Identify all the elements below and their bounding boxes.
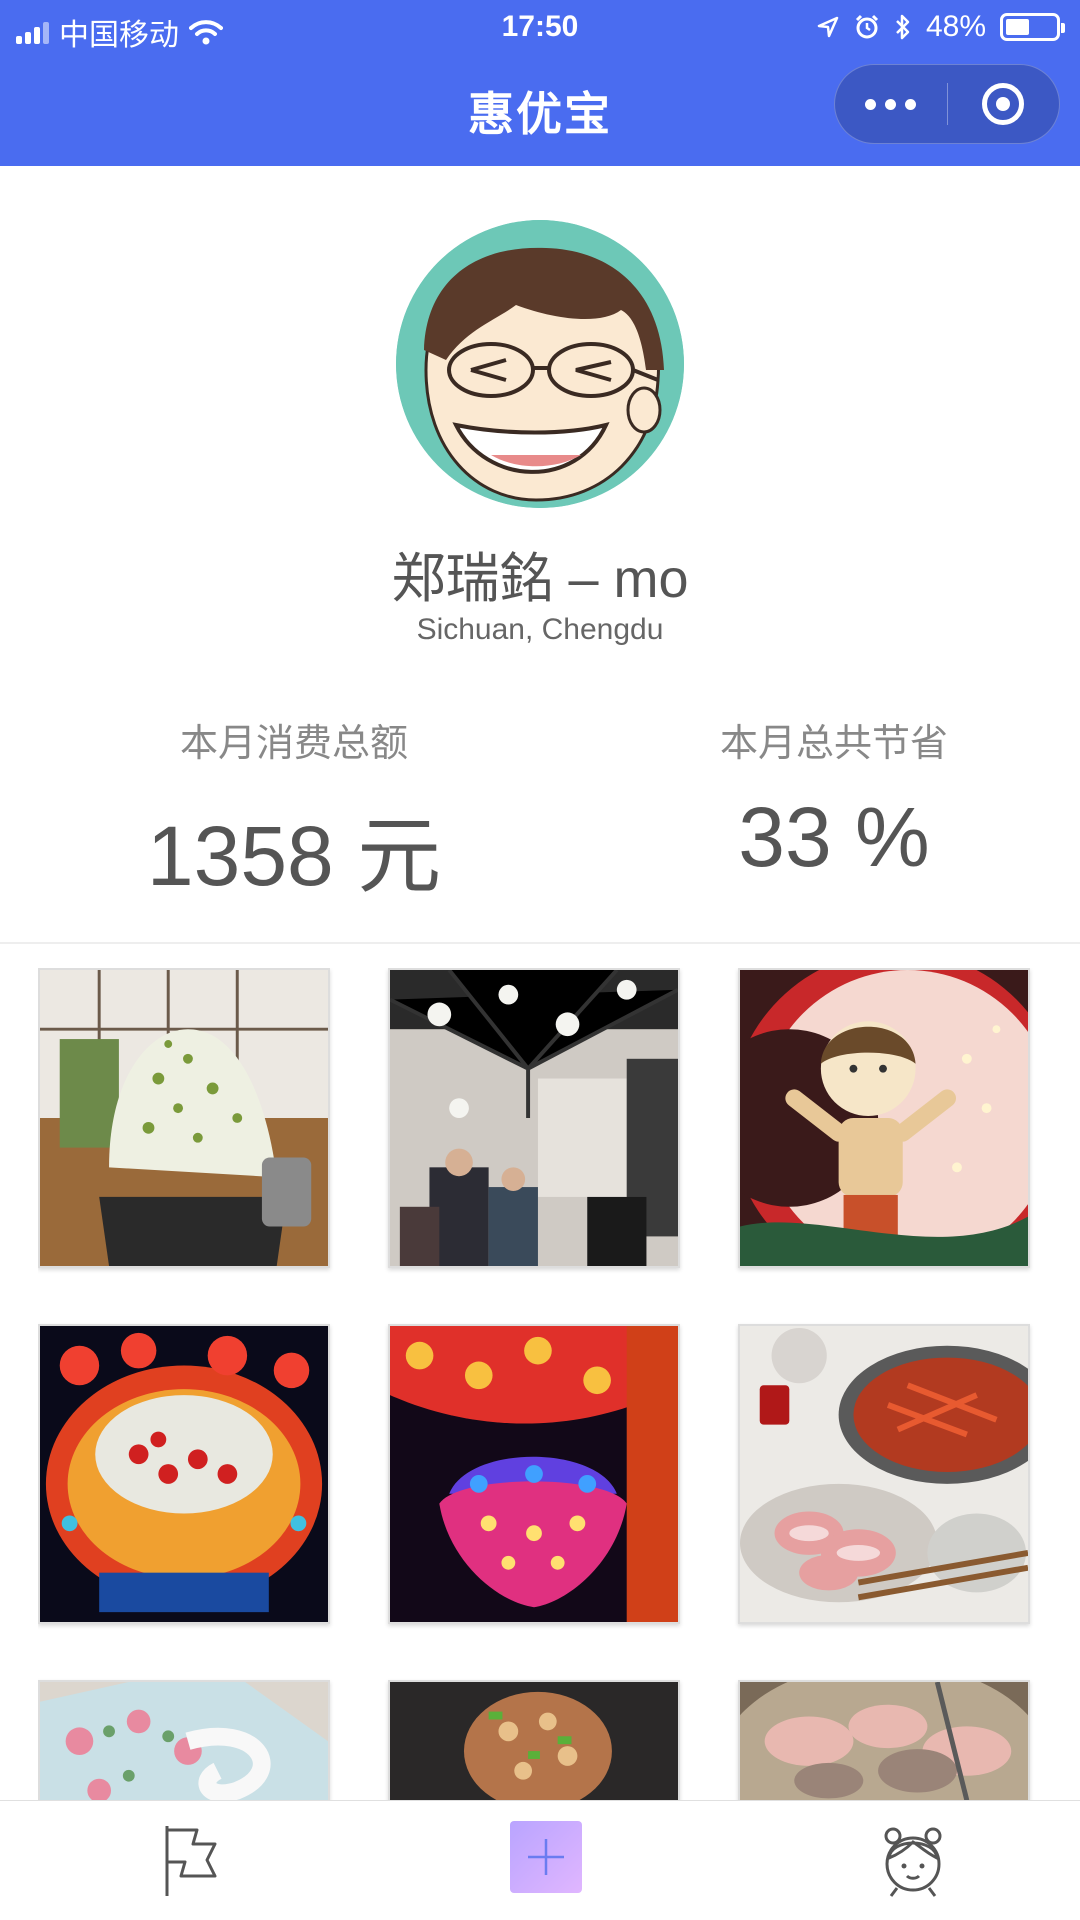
monthly-saving-stat: 本月总共节省 33 % bbox=[614, 712, 1054, 886]
photo-hotpot-meal[interactable] bbox=[738, 1324, 1030, 1624]
status-right: 48% bbox=[816, 10, 1065, 44]
photo-grid bbox=[38, 968, 1042, 1800]
photo-lantern-girl[interactable] bbox=[738, 968, 1030, 1268]
add-button[interactable] bbox=[510, 1821, 582, 1893]
alarm-icon bbox=[855, 14, 879, 39]
monthly-spend-value: 1358 元 bbox=[146, 809, 442, 903]
more-button[interactable] bbox=[835, 65, 947, 143]
tab-flag[interactable] bbox=[146, 1815, 236, 1905]
photo-matcha-shaved-ice[interactable] bbox=[38, 968, 330, 1268]
section-divider bbox=[0, 942, 1080, 944]
photo-festival-lantern[interactable] bbox=[38, 1324, 330, 1624]
flag-icon bbox=[165, 1826, 217, 1896]
header: 中国移动 17:50 48% 惠优宝 bbox=[0, 0, 1080, 166]
monthly-saving-value: 33 % bbox=[738, 790, 930, 884]
photo-colorful-lantern[interactable] bbox=[388, 1324, 680, 1624]
battery-percent: 48% bbox=[925, 10, 986, 43]
target-icon bbox=[982, 83, 1025, 125]
girl-face-icon bbox=[884, 1827, 942, 1897]
avatar[interactable] bbox=[396, 220, 684, 508]
user-name: 郑瑞銘 – mo bbox=[391, 549, 689, 609]
monthly-saving-label: 本月总共节省 bbox=[719, 723, 948, 765]
photo-floral-teacup[interactable] bbox=[38, 1680, 330, 1800]
tab-bar bbox=[0, 1800, 1080, 1920]
monthly-spend-stat: 本月消费总额 1358 元 bbox=[74, 712, 514, 910]
photo-topped-dish[interactable] bbox=[388, 1680, 680, 1800]
monthly-spend-label: 本月消费总额 bbox=[179, 723, 408, 765]
plus-icon bbox=[528, 1839, 564, 1875]
cartoon-face-icon bbox=[396, 220, 684, 508]
bluetooth-icon bbox=[896, 14, 910, 40]
location-arrow-icon bbox=[817, 16, 839, 38]
photo-grilled-meat[interactable] bbox=[738, 1680, 1030, 1800]
photo-store-interior[interactable] bbox=[388, 968, 680, 1268]
tab-profile[interactable] bbox=[868, 1815, 958, 1905]
status-bar: 中国移动 17:50 48% bbox=[0, 0, 1080, 56]
user-location: Sichuan, Chengdu bbox=[416, 613, 664, 646]
battery-icon bbox=[1000, 13, 1065, 41]
close-button[interactable] bbox=[948, 65, 1060, 143]
miniprogram-capsule bbox=[834, 64, 1060, 144]
